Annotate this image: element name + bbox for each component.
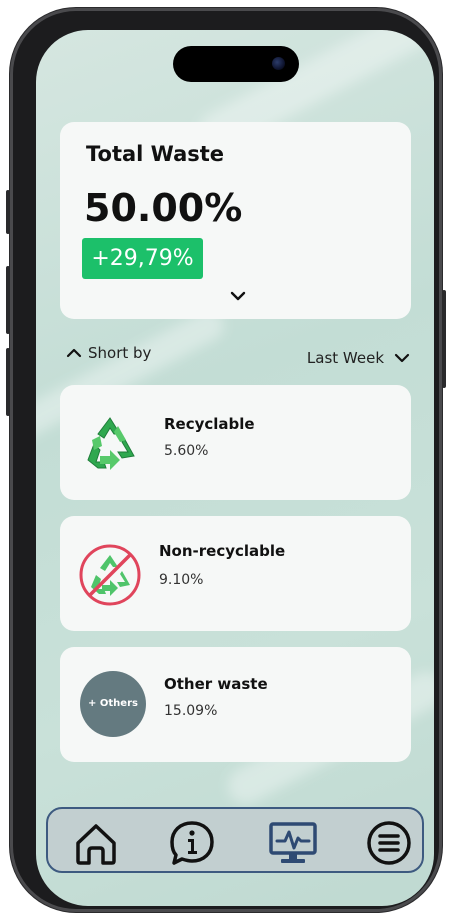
category-percent: 15.09%: [164, 703, 218, 719]
category-name: Other waste: [164, 675, 268, 693]
sort-toggle[interactable]: Short by: [66, 344, 151, 362]
period-label: Last Week: [306, 349, 384, 367]
app-screen: Total Waste 50.00% +29,79% Short by Last…: [36, 30, 434, 906]
category-card-non-recyclable[interactable]: Non-recyclable 9.10%: [60, 516, 411, 631]
action-button: [6, 190, 10, 234]
period-dropdown[interactable]: Last Week: [307, 349, 410, 367]
camera-icon: [272, 57, 285, 70]
change-badge: +29,79%: [82, 238, 203, 279]
monitor-icon[interactable]: [267, 819, 319, 867]
category-name: Recyclable: [164, 415, 255, 433]
others-icon: + Others: [80, 671, 146, 737]
chevron-down-icon[interactable]: [229, 289, 247, 303]
menu-icon[interactable]: [363, 819, 415, 867]
recycle-icon: [87, 417, 135, 470]
total-waste-title: Total Waste: [86, 142, 225, 166]
category-name: Non-recyclable: [159, 542, 286, 560]
category-percent: 9.10%: [159, 572, 204, 588]
bottom-nav-bar: [46, 807, 424, 873]
info-icon[interactable]: [166, 819, 218, 867]
category-card-other-waste[interactable]: + Others Other waste 15.09%: [60, 647, 411, 762]
total-waste-value: 50.00%: [84, 186, 243, 230]
total-waste-card: Total Waste 50.00% +29,79%: [60, 122, 411, 319]
phone-frame: Total Waste 50.00% +29,79% Short by Last…: [6, 8, 446, 912]
dynamic-island: [173, 46, 299, 82]
category-percent: 5.60%: [164, 443, 209, 459]
sort-label: Short by: [88, 344, 152, 362]
volume-down-button: [6, 348, 10, 416]
no-recycle-icon: [79, 544, 141, 606]
chevron-up-icon: [66, 348, 82, 358]
category-card-recyclable[interactable]: Recyclable 5.60%: [60, 385, 411, 500]
power-button: [442, 290, 446, 388]
chevron-down-icon: [394, 353, 410, 363]
home-icon[interactable]: [70, 819, 122, 867]
volume-up-button: [6, 266, 10, 334]
